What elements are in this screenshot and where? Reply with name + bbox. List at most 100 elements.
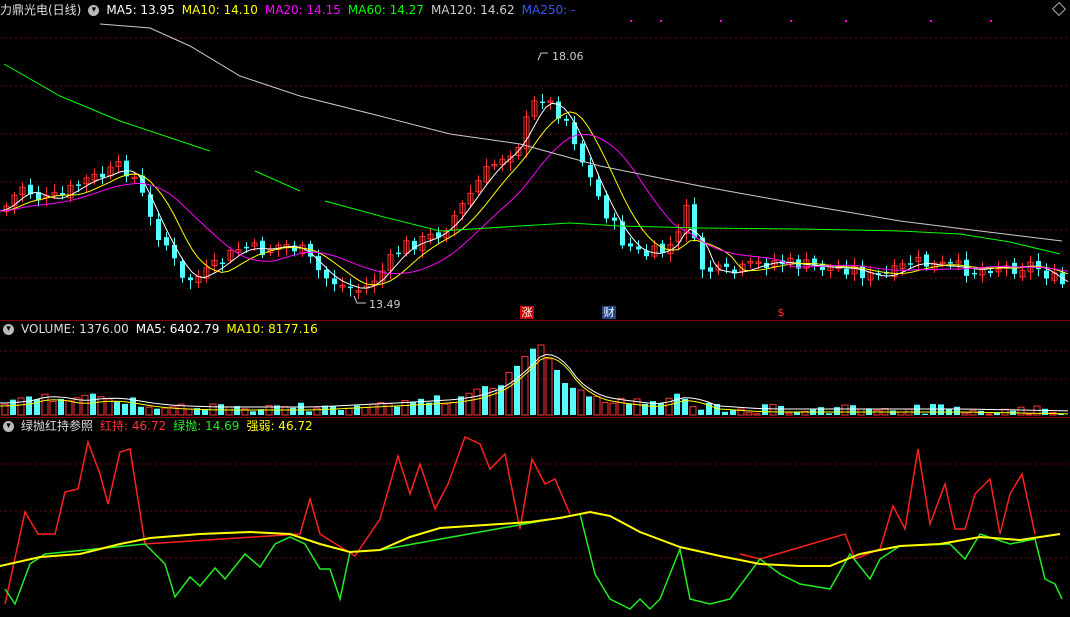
volume-bar <box>154 408 160 415</box>
volume-bar <box>354 405 360 415</box>
volume-bar <box>930 404 936 415</box>
volume-bar <box>114 401 120 415</box>
candle-body <box>732 269 737 274</box>
volume-bar <box>753 413 761 416</box>
volume-bar <box>434 395 440 415</box>
volume-bar <box>818 407 824 415</box>
volume-bar <box>570 387 576 415</box>
volume-bar <box>449 401 457 416</box>
candle-body <box>156 218 161 240</box>
volume-bar <box>17 397 25 416</box>
volume-bar <box>65 400 73 416</box>
candle-body <box>588 165 593 178</box>
candle-body <box>596 179 601 197</box>
volume-bar <box>745 412 753 416</box>
volume-bar <box>410 401 416 415</box>
volume-bar <box>658 403 664 415</box>
volume-bar <box>161 407 169 416</box>
event-dot <box>990 20 992 22</box>
candle-body <box>612 217 617 221</box>
low-pointer <box>353 295 366 304</box>
candle-body <box>220 262 225 265</box>
event-dot <box>930 20 932 22</box>
low-price-label: 13.49 <box>369 298 401 311</box>
candle-body <box>324 269 329 279</box>
volume-bar <box>873 409 881 416</box>
volume-bar <box>313 407 321 416</box>
volume-bar <box>586 396 592 415</box>
candle-body <box>604 195 609 219</box>
indicator-chart[interactable] <box>0 434 1070 617</box>
dividend-marker[interactable]: $ <box>775 306 787 319</box>
volume-bar <box>49 401 57 416</box>
candle-body <box>844 268 849 275</box>
volume-bar <box>609 402 617 416</box>
volume-bar <box>689 406 697 416</box>
volume-bar <box>377 402 385 416</box>
volume-bar <box>841 404 849 416</box>
expand-diamond-icon[interactable] <box>1051 1 1067 17</box>
candle-body <box>988 270 993 274</box>
volume-bar <box>1017 406 1025 416</box>
volume-bar <box>361 406 369 416</box>
finance-marker[interactable]: 财 <box>602 306 616 319</box>
candle-body <box>164 237 169 246</box>
volume-bar <box>73 397 81 416</box>
volume-panel-header: ▾ VOLUME: 1376.00 MA5: 6402.79 MA10: 817… <box>0 321 325 337</box>
candle-body <box>724 263 729 267</box>
event-dot <box>720 20 722 22</box>
event-dot <box>790 20 792 22</box>
strength-label: 强弱: 46.72 <box>246 419 313 433</box>
green-sell-label: 绿抛: 14.69 <box>173 419 240 433</box>
volume-bar <box>961 412 969 416</box>
volume-bar <box>58 398 64 415</box>
candle-body <box>708 267 713 272</box>
ma60-line <box>254 170 301 192</box>
volume-bar <box>985 413 993 416</box>
indicator-panel-toggle-icon[interactable]: ▾ <box>3 420 14 432</box>
high-price-label: 18.06 <box>552 50 584 63</box>
volume-bar <box>281 406 289 416</box>
price-chart[interactable]: 18.06 13.49 <box>0 16 1070 318</box>
volume-bar <box>1025 413 1033 416</box>
volume-bar <box>593 396 601 416</box>
volume-bar <box>730 410 736 415</box>
volume-bar <box>202 409 208 415</box>
volume-bar <box>306 411 312 415</box>
volume-bar <box>521 356 529 416</box>
candle-body <box>396 252 401 255</box>
volume-bar <box>122 403 128 415</box>
volume-bar <box>330 406 336 415</box>
candle-body <box>540 101 545 104</box>
volume-bar <box>954 406 960 415</box>
event-dot <box>660 20 662 22</box>
volume-bar <box>826 413 832 415</box>
volume-toggle-icon[interactable]: ▾ <box>3 323 14 335</box>
candle-body <box>332 278 337 285</box>
volume-bar <box>626 404 632 415</box>
limit-up-marker[interactable]: 涨 <box>520 306 534 319</box>
candle-body <box>564 118 569 121</box>
volume-bar <box>90 393 96 415</box>
candle-body <box>628 243 633 247</box>
volume-bar <box>385 403 393 416</box>
indicator-panel-header: ▾ 绿抛红持参照 红持: 46.72 绿抛: 14.69 强弱: 46.72 <box>0 418 320 434</box>
indicator-toggle-icon[interactable]: ▾ <box>88 4 100 16</box>
candle-body <box>908 263 913 265</box>
volume-bar <box>473 388 481 416</box>
candle-body <box>172 244 177 259</box>
candle-body <box>124 160 129 177</box>
volume-chart[interactable] <box>0 337 1070 417</box>
indicator-title: 绿抛红持参照 <box>21 419 94 433</box>
candle-body <box>244 246 249 249</box>
candle-body <box>636 246 641 250</box>
red-hold-label: 红持: 46.72 <box>100 419 167 433</box>
volume-bar <box>441 403 449 416</box>
volume-bar <box>514 365 520 415</box>
volume-bar <box>465 392 473 416</box>
candle-body <box>620 221 625 246</box>
candle-body <box>580 143 585 163</box>
candle-body <box>100 173 105 178</box>
volume-bar <box>482 386 488 415</box>
volume-bar <box>369 403 377 416</box>
